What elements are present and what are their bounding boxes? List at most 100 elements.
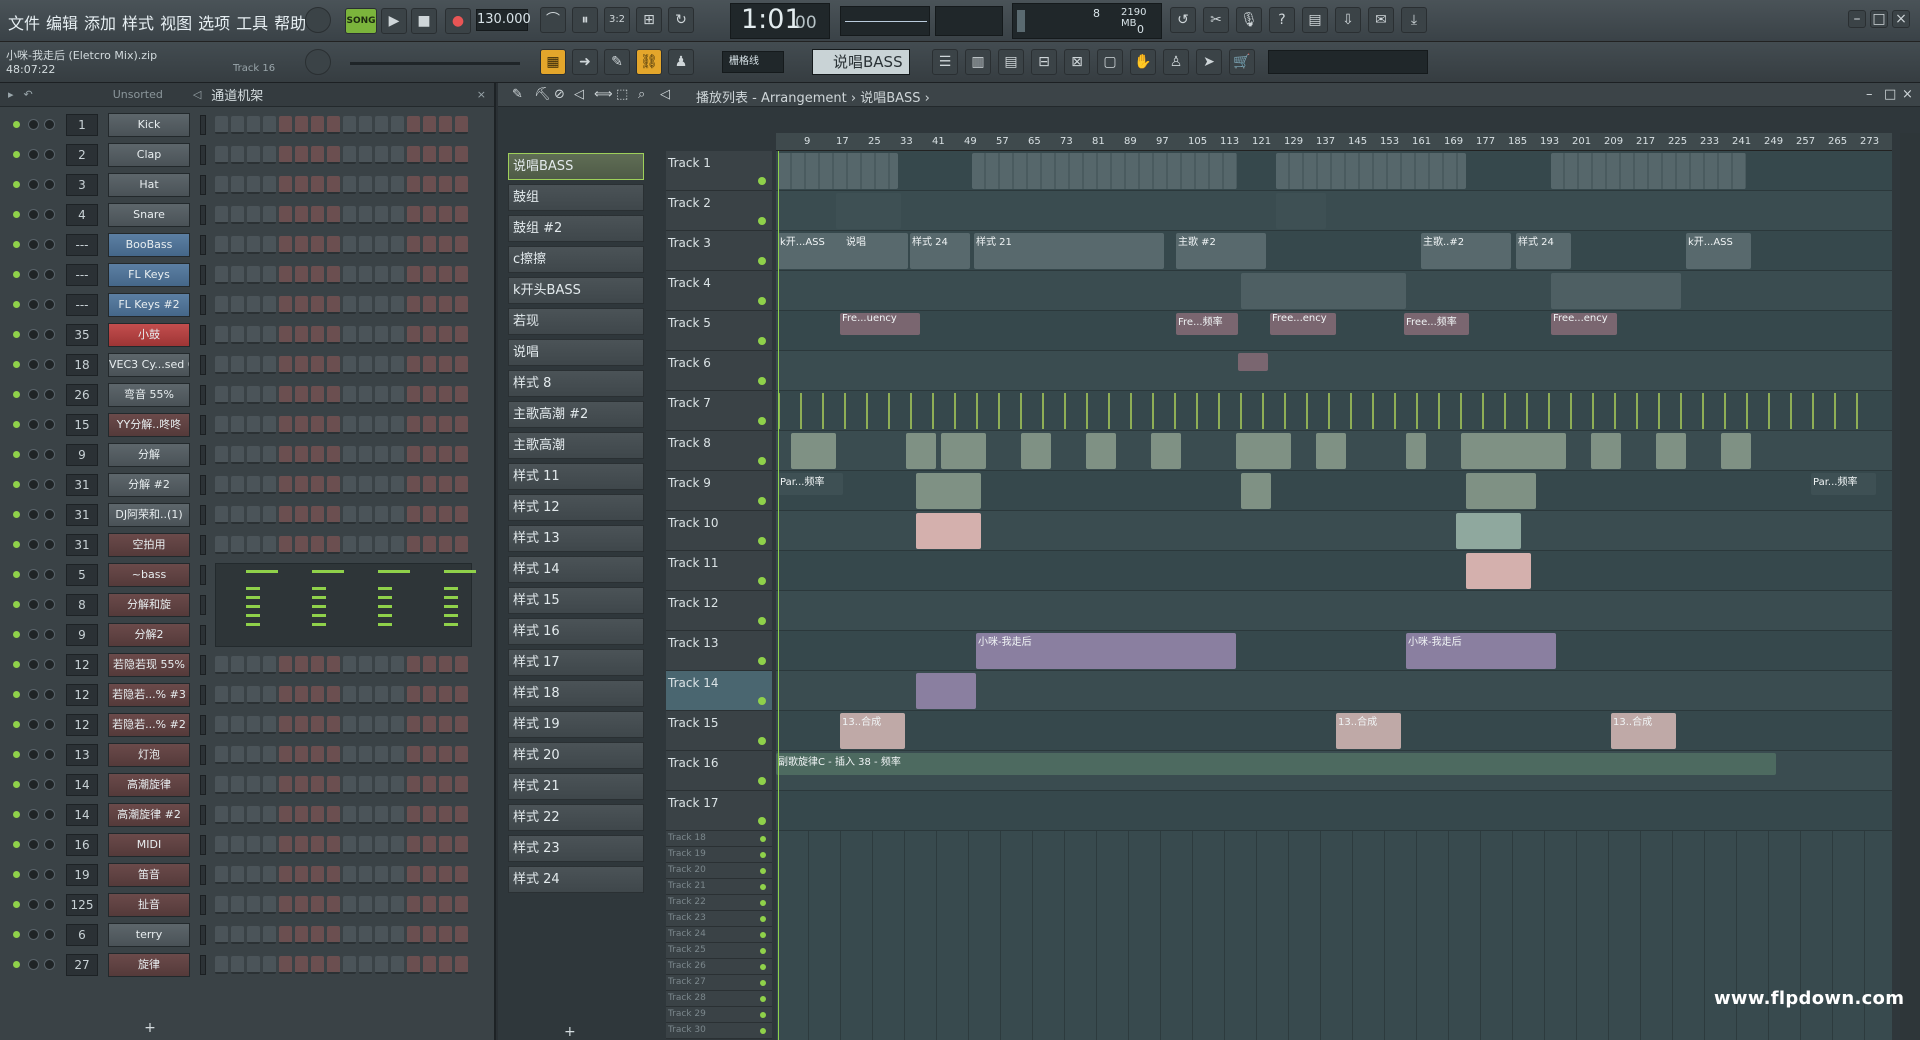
playlist-clip[interactable] <box>1236 433 1291 469</box>
step-button[interactable] <box>375 266 388 284</box>
channel-row[interactable]: 6 terry <box>0 920 490 950</box>
step-button[interactable] <box>295 776 308 794</box>
step-button[interactable] <box>311 656 324 674</box>
step-button[interactable] <box>311 866 324 884</box>
channel-row[interactable]: 16 MIDI <box>0 830 490 860</box>
step-button[interactable] <box>327 776 340 794</box>
tempo-display[interactable]: 130.000 <box>476 9 531 31</box>
track-enable-led[interactable] <box>760 1012 766 1018</box>
channel-volume-knob[interactable] <box>44 629 55 640</box>
step-button[interactable] <box>391 536 404 554</box>
piano-roll-preview[interactable] <box>215 563 476 647</box>
pattern-item[interactable]: 样式 24 <box>506 864 646 895</box>
step-button[interactable] <box>311 296 324 314</box>
channel-name-button[interactable]: ~bass <box>108 563 190 587</box>
playlist-clip[interactable] <box>1241 273 1406 309</box>
step-sequencer[interactable] <box>215 146 468 164</box>
channel-name-button[interactable]: 笛音 <box>108 863 190 887</box>
step-sequencer[interactable] <box>215 776 468 794</box>
step-button[interactable] <box>263 176 276 194</box>
playlist-icon[interactable]: ▦ <box>540 49 566 75</box>
channel-volume-knob[interactable] <box>44 779 55 790</box>
step-button[interactable] <box>263 146 276 164</box>
channel-name-button[interactable]: 若隐若...% #3 <box>108 683 190 707</box>
channel-volume-knob[interactable] <box>44 449 55 460</box>
step-button[interactable] <box>231 716 244 734</box>
step-button[interactable] <box>375 806 388 824</box>
channel-volume-knob[interactable] <box>44 269 55 280</box>
step-button[interactable] <box>311 836 324 854</box>
channel-pan-knob[interactable] <box>28 959 39 970</box>
pattern-item[interactable]: 样式 18 <box>506 678 646 709</box>
playlist-clip[interactable] <box>1656 433 1686 469</box>
step-button[interactable] <box>423 386 436 404</box>
step-sequencer[interactable] <box>215 446 468 464</box>
track-enable-led[interactable] <box>758 177 766 185</box>
track-enable-led[interactable] <box>760 964 766 970</box>
playlist-clip[interactable] <box>1406 433 1426 469</box>
track-header[interactable]: Track 16 <box>666 751 772 791</box>
step-button[interactable] <box>247 206 260 224</box>
step-button[interactable] <box>327 356 340 374</box>
undo-icon[interactable]: ↶ <box>24 88 33 101</box>
step-button[interactable] <box>327 116 340 134</box>
channel-enable-led[interactable] <box>13 631 20 638</box>
step-button[interactable] <box>279 656 292 674</box>
step-button[interactable] <box>231 206 244 224</box>
channel-select[interactable] <box>200 805 206 825</box>
step-button[interactable] <box>343 326 356 344</box>
step-button[interactable] <box>231 356 244 374</box>
channel-select[interactable] <box>200 595 206 615</box>
step-button[interactable] <box>375 116 388 134</box>
channel-pan-knob[interactable] <box>28 719 39 730</box>
step-button[interactable] <box>295 686 308 704</box>
playhead[interactable] <box>778 151 779 1040</box>
step-button[interactable] <box>263 116 276 134</box>
step-button[interactable] <box>231 806 244 824</box>
channel-enable-led[interactable] <box>13 751 20 758</box>
step-button[interactable] <box>311 386 324 404</box>
channel-mixer-track[interactable]: 15 <box>66 414 98 436</box>
track-enable-led[interactable] <box>758 497 766 505</box>
step-button[interactable] <box>407 776 420 794</box>
step-button[interactable] <box>311 506 324 524</box>
step-button[interactable] <box>279 326 292 344</box>
step-button[interactable] <box>215 506 228 524</box>
step-button[interactable] <box>279 506 292 524</box>
channel-enable-led[interactable] <box>13 511 20 518</box>
track-header[interactable]: Track 27 <box>666 975 772 991</box>
step-button[interactable] <box>439 806 452 824</box>
pencil-icon[interactable]: ✎ <box>512 87 523 102</box>
step-button[interactable] <box>407 686 420 704</box>
step-button[interactable] <box>423 476 436 494</box>
playlist-clip[interactable]: Free...频率 <box>1404 313 1469 335</box>
step-button[interactable] <box>359 266 372 284</box>
channel-mixer-track[interactable]: 2 <box>66 144 98 166</box>
step-button[interactable] <box>407 266 420 284</box>
channel-pan-knob[interactable] <box>28 239 39 250</box>
step-button[interactable] <box>391 386 404 404</box>
step-button[interactable] <box>439 926 452 944</box>
step-button[interactable] <box>295 536 308 554</box>
channel-enable-led[interactable] <box>13 121 20 128</box>
arrow-icon[interactable]: ➜ <box>572 49 598 75</box>
channel-rack-icon[interactable]: ▤ <box>998 49 1024 75</box>
step-button[interactable] <box>359 866 372 884</box>
step-button[interactable] <box>455 326 468 344</box>
pattern-item[interactable]: 样式 17 <box>506 647 646 678</box>
step-button[interactable] <box>375 746 388 764</box>
step-button[interactable] <box>359 116 372 134</box>
step-button[interactable] <box>391 116 404 134</box>
maximize-icon[interactable]: □ <box>1884 87 1896 102</box>
channel-select[interactable] <box>200 325 206 345</box>
step-button[interactable] <box>295 956 308 974</box>
step-sequencer[interactable] <box>215 806 468 824</box>
playlist-clip[interactable] <box>1461 433 1566 469</box>
track-enable-led[interactable] <box>760 916 766 922</box>
channel-select[interactable] <box>200 355 206 375</box>
step-sequencer[interactable] <box>215 386 468 404</box>
channel-row[interactable]: 1 Kick <box>0 110 490 140</box>
song-mode-toggle[interactable]: SONG <box>345 8 377 34</box>
step-button[interactable] <box>295 296 308 314</box>
playlist-clip[interactable] <box>941 433 986 469</box>
